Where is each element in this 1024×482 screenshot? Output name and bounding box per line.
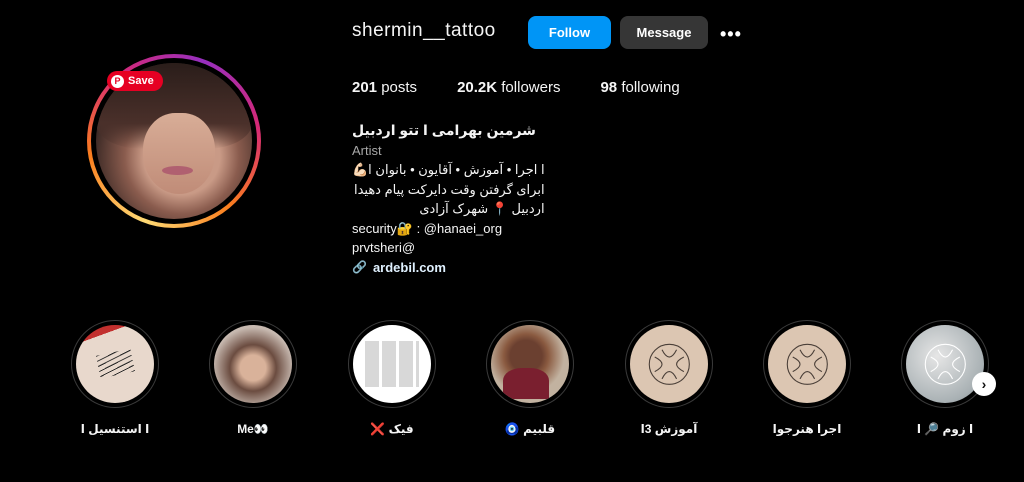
highlight-ring — [209, 320, 297, 408]
highlight-item[interactable]: ا استنسیل ا — [55, 320, 175, 436]
highlight-item[interactable]: Me👀 — [193, 320, 313, 436]
highlight-label: فیک ❌ — [370, 422, 414, 436]
pinterest-save-button[interactable]: P Save — [107, 71, 163, 91]
baby-photo-icon — [491, 325, 569, 403]
highlight-item[interactable]: قلبیم 🧿 — [470, 320, 590, 436]
followers-stat[interactable]: 20.2K followers — [457, 79, 560, 96]
highlight-ring — [901, 320, 989, 408]
full-name: شرمین بهرامی ا تتو اردبیل — [352, 122, 536, 138]
more-options-icon[interactable]: ••• — [720, 24, 742, 45]
highlight-ring — [348, 320, 436, 408]
highlight-label: ا زوم 🔎 ا — [916, 422, 974, 436]
next-arrow-icon[interactable]: › — [972, 372, 996, 396]
marble-logo-icon — [906, 325, 984, 403]
selfie-icon — [214, 325, 292, 403]
message-button[interactable]: Message — [620, 16, 708, 49]
bio-line-5: prvtsheri@ — [352, 240, 416, 255]
highlight-item[interactable]: اجرا هنرجوا — [747, 320, 867, 436]
tattoo-arm-icon — [76, 325, 154, 403]
bio-line-1: ا اجرا • آموزش • آقایون • بانوان ا💪🏻 — [352, 162, 545, 177]
bio-line-4: security🔐 : @hanaei_org — [352, 220, 503, 236]
username: shermin__tattoo — [352, 20, 496, 41]
pinterest-icon: P — [111, 74, 124, 88]
posts-label: posts — [381, 79, 418, 96]
highlight-ring — [71, 320, 159, 408]
highlight-label: قلبیم 🧿 — [504, 422, 556, 436]
follow-button[interactable]: Follow — [528, 16, 611, 49]
profile-bio: شرمین بهرامی ا تتو اردبیل Artist ا اجرا … — [352, 121, 545, 277]
posts-stat: 201 posts — [352, 79, 417, 96]
following-label: following — [621, 79, 680, 96]
avatar-face — [142, 112, 215, 195]
highlight-item[interactable]: آموزش 3ا — [609, 320, 729, 436]
highlight-ring — [763, 320, 851, 408]
logo-icon — [630, 325, 708, 403]
highlight-item[interactable]: فیک ❌ — [332, 320, 452, 436]
followers-label: followers — [501, 79, 561, 96]
following-stat[interactable]: 98 following — [600, 79, 679, 96]
bio-line-2: ابرای گرفتن وقت دایرکت پیام دهیدا — [353, 181, 545, 197]
bio-link-text[interactable]: ardebil.com — [373, 258, 446, 278]
followers-count: 20.2K — [457, 79, 498, 96]
following-count: 98 — [600, 79, 618, 96]
link-icon: 🔗 — [352, 259, 367, 274]
screenshot-grid-icon — [353, 325, 431, 403]
highlight-label: ا استنسیل ا — [80, 422, 150, 436]
story-highlights: ا استنسیل ا Me👀 فیک ❌ قلبیم 🧿 آموزش 3ا ا… — [0, 320, 1024, 450]
profile-stats: 201 posts 20.2K followers 98 following — [352, 79, 720, 96]
logo-icon — [768, 325, 846, 403]
posts-count: 201 — [352, 79, 378, 96]
category-label: Artist — [352, 142, 382, 158]
save-label: Save — [128, 75, 154, 87]
highlight-ring — [486, 320, 574, 408]
highlight-label: اجرا هنرجوا — [772, 422, 842, 436]
bio-link[interactable]: 🔗 ardebil.com — [352, 258, 545, 278]
highlight-ring — [625, 320, 713, 408]
highlight-label: آموزش 3ا — [640, 422, 698, 436]
bio-line-3: اردبیل 📍 شهرک آزادی — [419, 201, 545, 216]
highlight-label: Me👀 — [237, 422, 269, 436]
